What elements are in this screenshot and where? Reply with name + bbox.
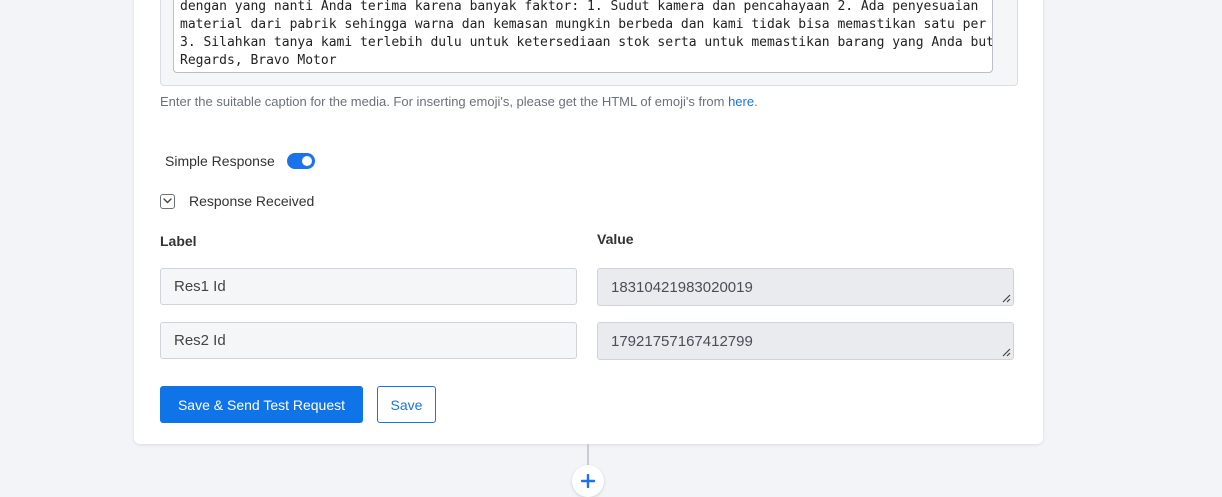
emoji-help-link[interactable]: here (728, 94, 754, 109)
save-and-send-test-button[interactable]: Save & Send Test Request (160, 386, 363, 423)
add-step-button[interactable] (572, 465, 604, 497)
response-label-field-2[interactable]: Res2 Id (160, 322, 577, 359)
caption-section: dengan yang nanti Anda terima karena ban… (160, 0, 1018, 86)
response-value-field-2[interactable]: 17921757167412799 (597, 322, 1014, 360)
caption-textarea[interactable]: dengan yang nanti Anda terima karena ban… (173, 0, 993, 73)
simple-response-label: Simple Response (165, 153, 275, 169)
response-value-text: 17921757167412799 (611, 332, 753, 350)
response-label-text: Res2 Id (174, 332, 226, 349)
resize-grip-icon[interactable] (1001, 347, 1011, 357)
simple-response-toggle[interactable] (286, 153, 315, 169)
label-column-header: Label (160, 233, 197, 249)
save-button[interactable]: Save (377, 386, 436, 423)
response-received-label: Response Received (189, 193, 315, 209)
response-received-row[interactable]: Response Received (160, 192, 314, 210)
chevron-down-icon[interactable] (160, 193, 175, 209)
response-value-text: 18310421983020019 (611, 278, 753, 296)
response-label-field-1[interactable]: Res1 Id (160, 268, 577, 305)
plus-icon (581, 474, 595, 488)
value-column-header: Value (597, 231, 634, 247)
response-value-field-1[interactable]: 18310421983020019 (597, 268, 1014, 306)
caption-help-suffix: . (754, 94, 758, 109)
simple-response-row: Simple Response (165, 150, 315, 172)
toggle-knob (301, 156, 312, 166)
response-label-text: Res1 Id (174, 278, 226, 295)
caption-help-text: Enter the suitable caption for the media… (160, 94, 758, 109)
resize-grip-icon[interactable] (1001, 293, 1011, 303)
caption-help-message: Enter the suitable caption for the media… (160, 94, 729, 109)
action-config-card: dengan yang nanti Anda terima karena ban… (134, 0, 1043, 444)
